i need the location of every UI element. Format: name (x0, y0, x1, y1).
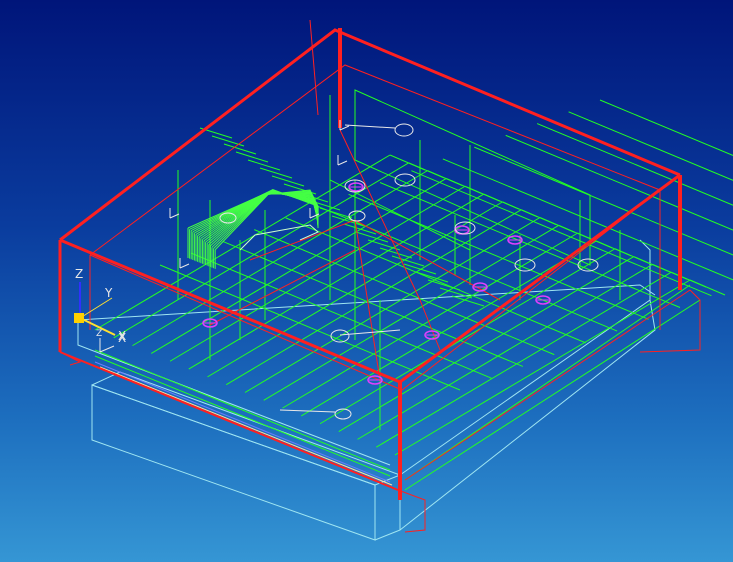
leader-1-circle (394, 123, 414, 137)
leader-1 (344, 124, 396, 129)
frame-top-front-edge (59, 173, 681, 384)
toolpath-group (94, 89, 733, 491)
frame-bottom-front (59, 351, 399, 491)
wcs-z-label: Z (96, 329, 102, 339)
front-rail-3 (94, 361, 391, 483)
front-rail-1 (94, 349, 391, 471)
frame-inner-front (89, 189, 661, 391)
stepover-tick (247, 159, 281, 171)
stepover-tick (427, 279, 461, 291)
right-rail-2 (404, 284, 691, 481)
stepover-tick (271, 175, 305, 187)
pass-line-b (474, 146, 733, 256)
pass-stub-a (689, 279, 726, 296)
frame-diagonal-2 (249, 219, 501, 301)
pass-line-b (505, 134, 733, 231)
wcs-x-axis (99, 345, 115, 353)
frame-bottom-box (397, 489, 426, 533)
stepover-tick (211, 135, 245, 147)
frame-right-lower (639, 289, 701, 353)
stepover-tick (223, 143, 257, 155)
frame-inner-back (89, 64, 661, 256)
stock-right-face (399, 239, 651, 476)
toolpath-start-marker-icon (169, 120, 350, 269)
stepover-tick (415, 271, 449, 283)
tool-start-arrow (179, 258, 190, 269)
back-wall-drop (329, 95, 471, 251)
dense-toolpath-block (187, 188, 319, 269)
wcs-x-label: X (118, 331, 126, 345)
toolpath-scene[interactable]: Z X Y X Z (0, 0, 733, 562)
frame-back-vertical-thin (309, 19, 319, 116)
triad-y-label: Y (104, 286, 113, 300)
triad-y-axis (79, 297, 113, 319)
pass-line-b (599, 99, 733, 156)
stepover-tick (235, 151, 269, 163)
triad-z-label: Z (75, 267, 83, 281)
pass-line-b (285, 217, 586, 344)
toolpath-markers (202, 182, 551, 385)
pass-line-b (379, 182, 681, 308)
tool-start-arrow (337, 155, 348, 166)
stepover-tick (367, 239, 401, 251)
stepover-tick (259, 167, 293, 179)
pass-line-b (568, 111, 733, 181)
stock-front-top (91, 384, 376, 486)
front-rail-2 (94, 355, 391, 477)
origin-icon (74, 313, 84, 323)
cad-graphics-viewport[interactable]: Z X Y X Z (0, 0, 733, 562)
